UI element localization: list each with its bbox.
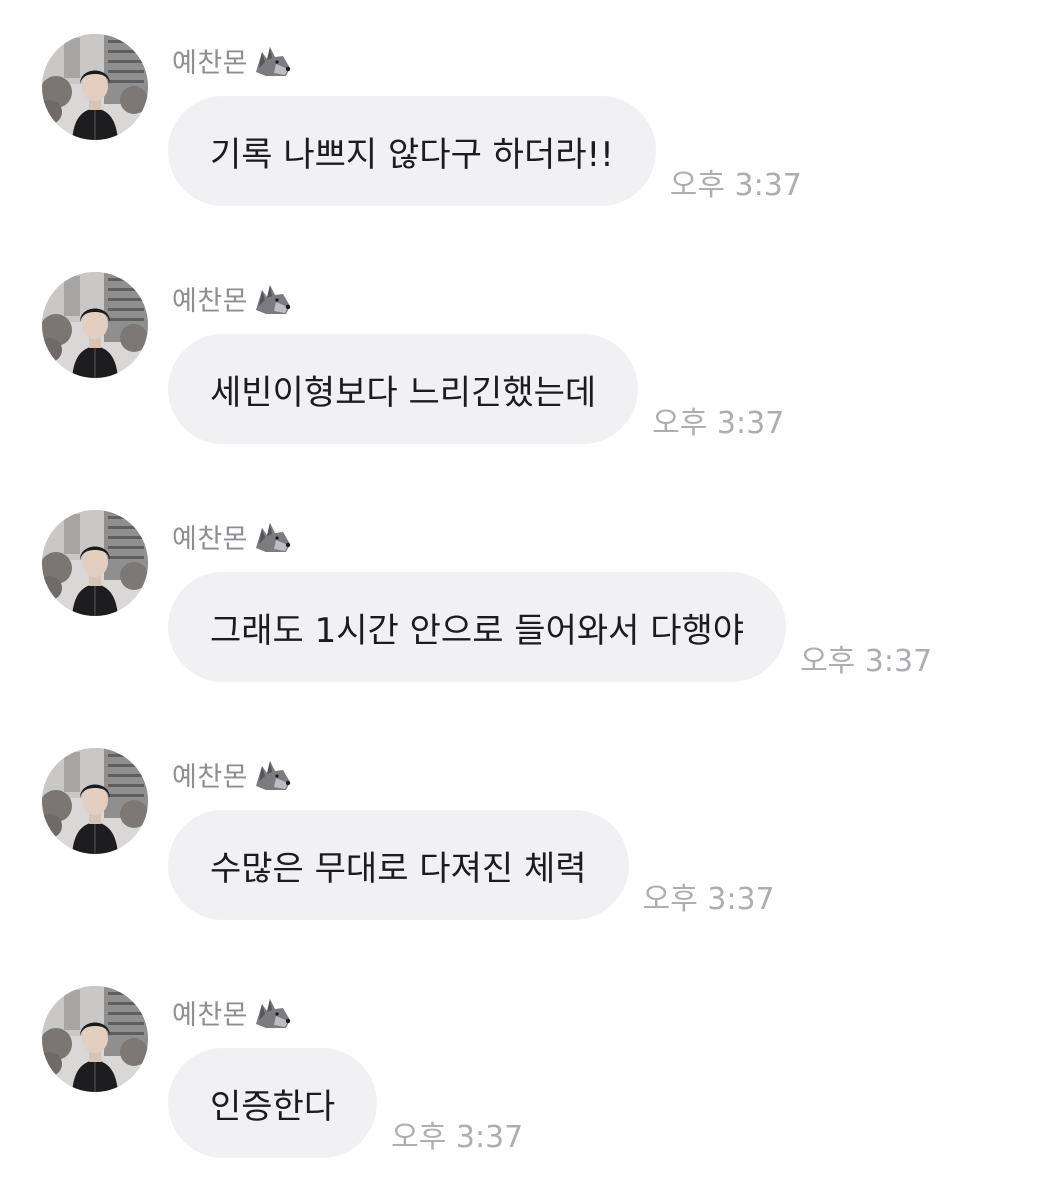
- sender-name: 예찬몬: [172, 285, 249, 317]
- bubble-row: 기록 나쁘지 않다구 하더라!! 오후 3:37: [168, 96, 802, 206]
- message-time: 오후 3:37: [391, 1120, 524, 1155]
- message-time: 오후 3:37: [669, 168, 802, 203]
- wolf-icon: [252, 994, 292, 1030]
- avatar[interactable]: [42, 986, 148, 1092]
- sender-name: 예찬몬: [172, 761, 249, 793]
- avatar[interactable]: [42, 748, 148, 854]
- message-bubble[interactable]: 인증한다: [168, 1048, 378, 1158]
- chat-message-list[interactable]: 예찬몬 기록 나쁘지 않다구 하더라!! 오후 3:37 예찬몬 세빈이형보다 …: [0, 0, 1039, 1200]
- sender-name: 예찬몬: [172, 523, 249, 555]
- sender-name: 예찬몬: [172, 47, 249, 79]
- wolf-icon: [252, 42, 292, 78]
- avatar[interactable]: [42, 510, 148, 616]
- message-bubble[interactable]: 수많은 무대로 다져진 체력: [168, 810, 629, 920]
- sender-header: 예찬몬: [172, 752, 292, 796]
- sender-header: 예찬몬: [172, 38, 292, 82]
- message-group: 예찬몬 기록 나쁘지 않다구 하더라!! 오후 3:37: [0, 34, 1039, 234]
- message-time: 오후 3:37: [800, 644, 933, 679]
- message-time: 오후 3:37: [642, 882, 775, 917]
- avatar[interactable]: [42, 272, 148, 378]
- message-group: 예찬몬 그래도 1시간 안으로 들어와서 다행야 오후 3:37: [0, 510, 1039, 710]
- sender-name: 예찬몬: [172, 999, 249, 1031]
- wolf-icon: [252, 280, 292, 316]
- message-group: 예찬몬 세빈이형보다 느리긴했는데 오후 3:37: [0, 272, 1039, 472]
- message-bubble[interactable]: 세빈이형보다 느리긴했는데: [168, 334, 639, 444]
- sender-header: 예찬몬: [172, 276, 292, 320]
- sender-header: 예찬몬: [172, 990, 292, 1034]
- avatar[interactable]: [42, 34, 148, 140]
- message-bubble[interactable]: 그래도 1시간 안으로 들어와서 다행야: [168, 572, 787, 682]
- message-bubble[interactable]: 기록 나쁘지 않다구 하더라!!: [168, 96, 656, 206]
- sender-header: 예찬몬: [172, 514, 292, 558]
- wolf-icon: [252, 756, 292, 792]
- message-group: 예찬몬 인증한다 오후 3:37: [0, 986, 1039, 1186]
- wolf-icon: [252, 518, 292, 554]
- message-time: 오후 3:37: [652, 406, 785, 441]
- bubble-row: 수많은 무대로 다져진 체력 오후 3:37: [168, 810, 775, 920]
- bubble-row: 인증한다 오후 3:37: [168, 1048, 523, 1158]
- bubble-row: 세빈이형보다 느리긴했는데 오후 3:37: [168, 334, 784, 444]
- message-group: 예찬몬 수많은 무대로 다져진 체력 오후 3:37: [0, 748, 1039, 948]
- bubble-row: 그래도 1시간 안으로 들어와서 다행야 오후 3:37: [168, 572, 932, 682]
